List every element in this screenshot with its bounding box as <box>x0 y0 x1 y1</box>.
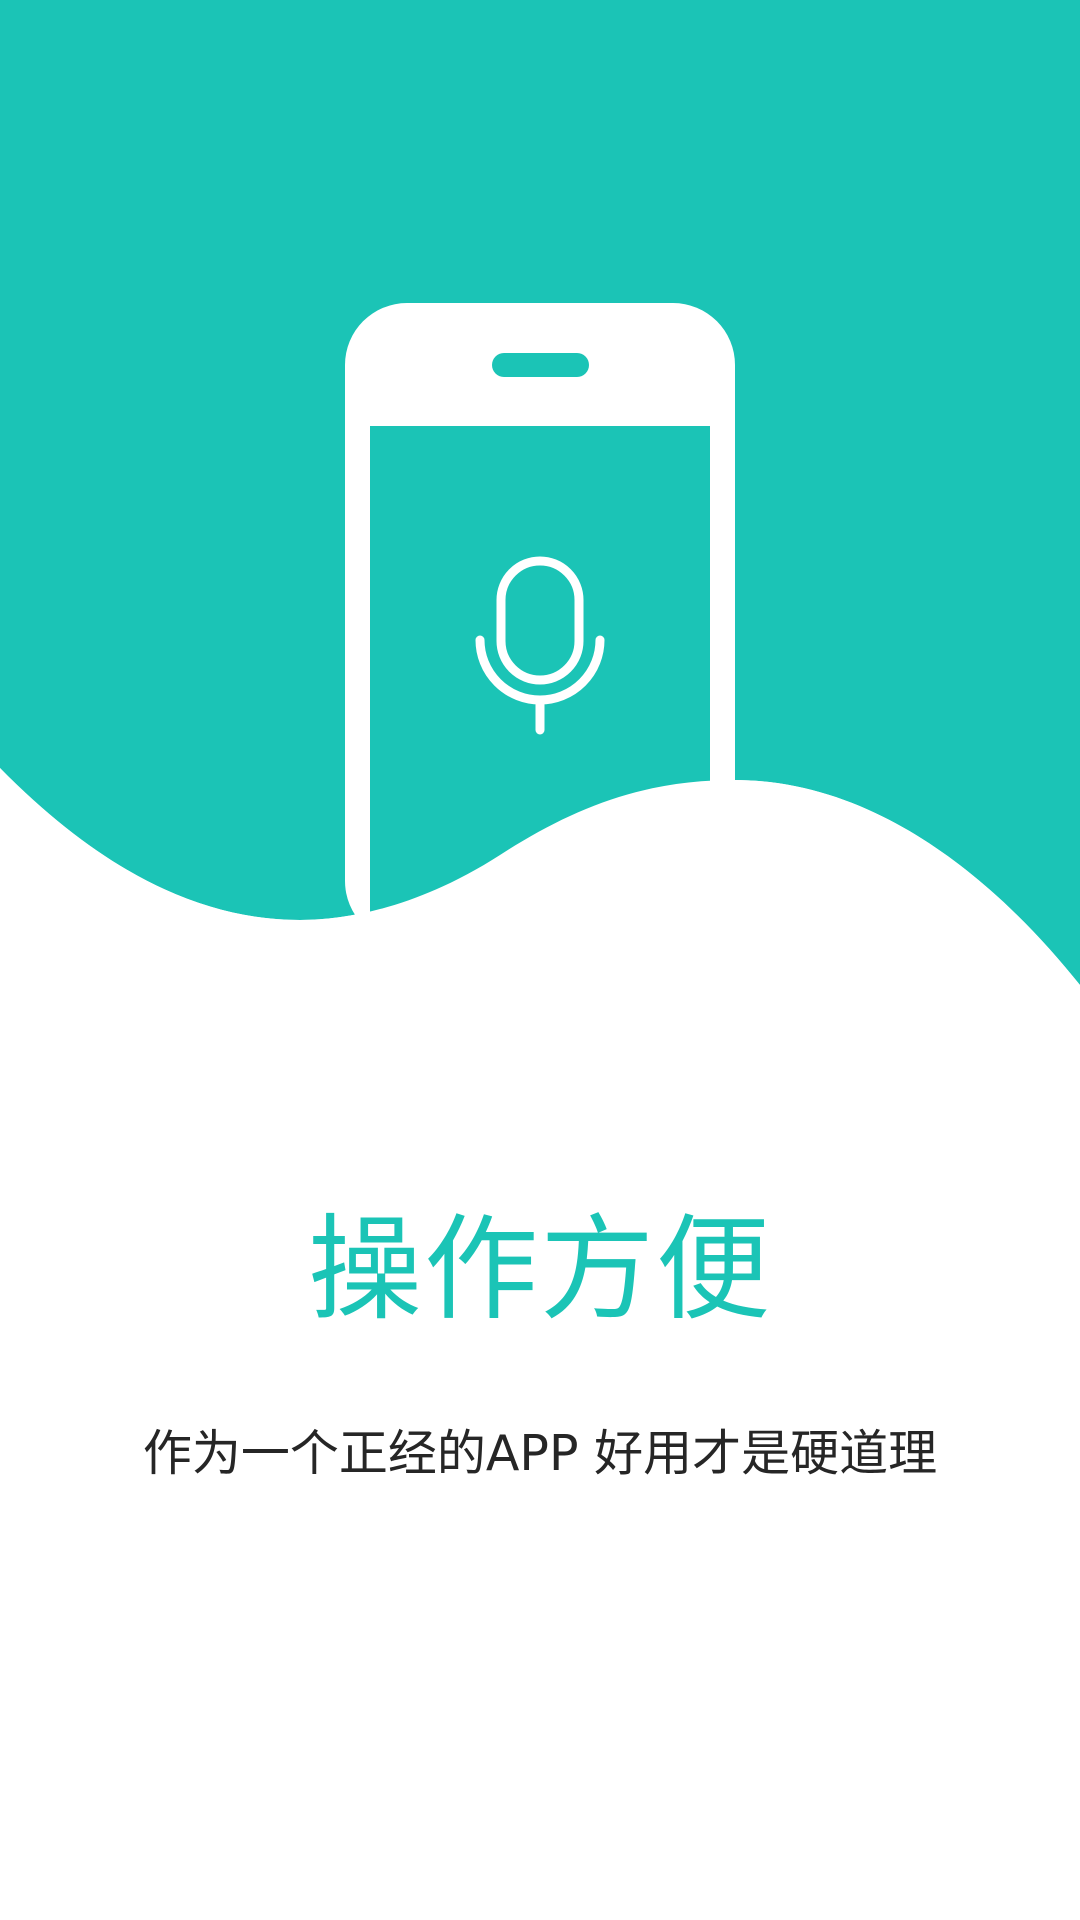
hero-illustration <box>0 0 1080 1000</box>
onboarding-title: 操作方便 <box>307 1203 772 1336</box>
onboarding-subtitle: 作为一个正经的APP 好用才是硬道理 <box>142 1425 938 1482</box>
